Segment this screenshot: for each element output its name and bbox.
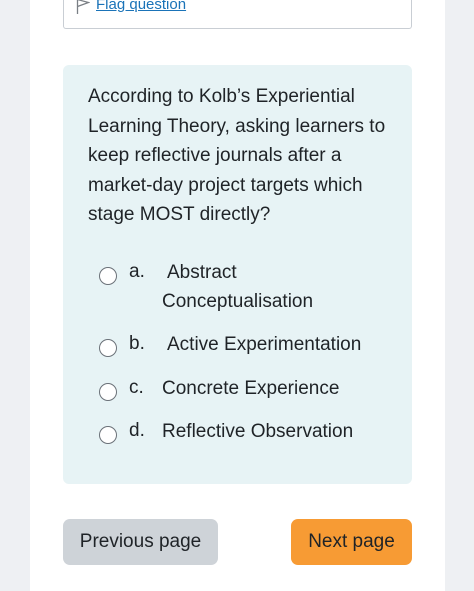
flag-question-link[interactable]: Flag question [96, 0, 186, 13]
option-b-letter: b. [129, 333, 145, 354]
flag-question-box: Flag question [63, 0, 412, 29]
option-c-letter: c. [129, 377, 144, 398]
radio-option-c[interactable] [99, 383, 117, 401]
flag-outline-icon[interactable] [76, 0, 91, 14]
quiz-page: Flag question According to Kolb’s Experi… [0, 0, 474, 591]
option-a-text-line2: Conceptualisation [162, 291, 314, 312]
option-a-text-line1: Abstract [167, 262, 237, 283]
radio-option-d[interactable] [99, 426, 117, 444]
next-page-button[interactable]: Next page [291, 519, 412, 565]
radio-option-b[interactable] [99, 339, 117, 357]
option-a-letter: a. [129, 261, 145, 282]
option-b-text: Active Experimentation [167, 334, 362, 355]
option-d-text: Reflective Observation [162, 421, 354, 442]
question-text: According to Kolb’s Experiential Learnin… [88, 86, 386, 225]
previous-page-button[interactable]: Previous page [63, 519, 218, 565]
option-c-text: Concrete Experience [162, 378, 340, 399]
radio-option-a[interactable] [99, 267, 117, 285]
question-card: According to Kolb’s Experiential Learnin… [63, 65, 412, 484]
option-d-letter: d. [129, 420, 145, 441]
